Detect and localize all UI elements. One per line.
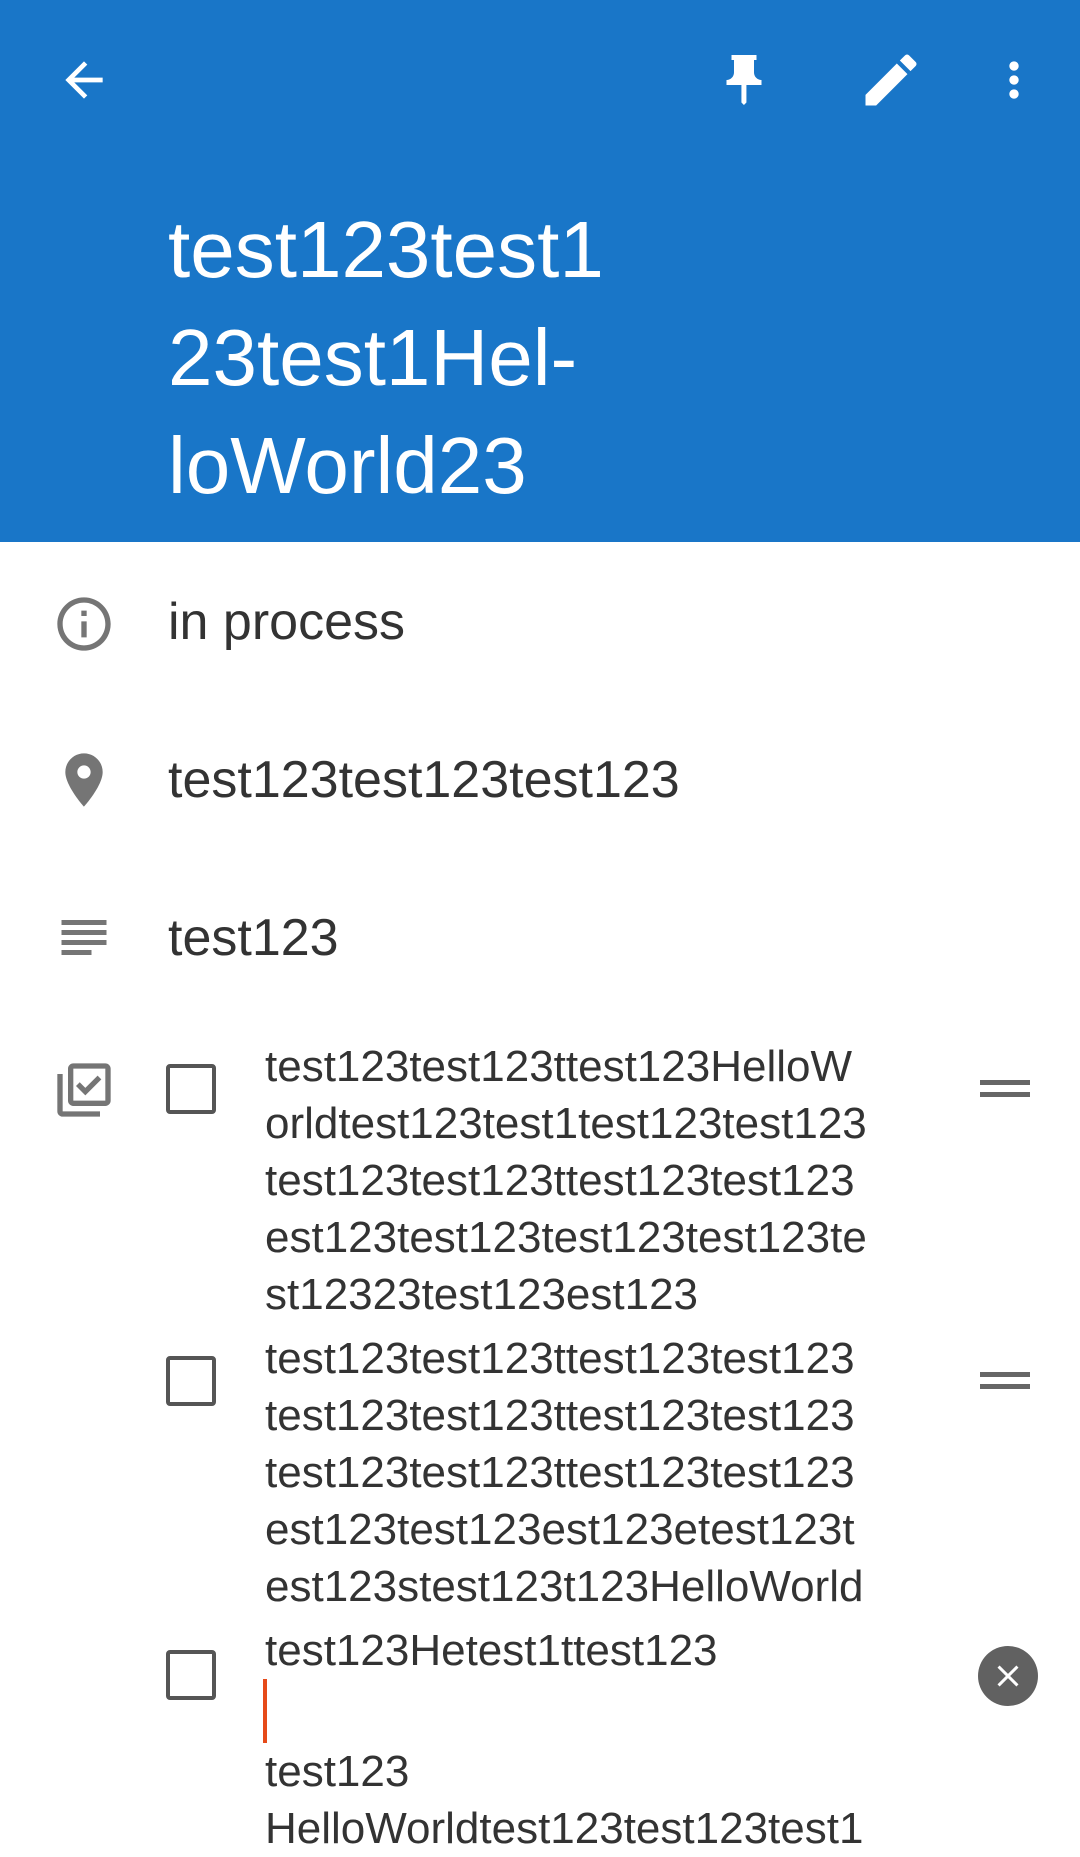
drag-handle-icon[interactable] (980, 1368, 1032, 1392)
info-icon (52, 592, 116, 656)
item-checkbox[interactable] (166, 1064, 216, 1114)
text-after-cursor: test123 (265, 1747, 410, 1796)
item-text-line: test123test123ttest123HelloW (265, 1042, 853, 1091)
remove-item-button[interactable] (978, 1646, 1038, 1706)
item-text-line: test123test123ttest123test123 (265, 1334, 855, 1383)
location-pin-icon (52, 748, 116, 812)
title-line: 23test1Hel- (168, 313, 578, 402)
location-text: test123test123test123 (168, 751, 680, 809)
item-text-line: st12323test123est123 (265, 1270, 699, 1319)
item-text-line: orldtest123test1test123test123 (265, 1099, 867, 1148)
title-line: test123test1 (168, 205, 604, 294)
status-text: in process (168, 593, 405, 651)
location-row: test123test123test123 (0, 740, 1080, 820)
more-options-button[interactable] (976, 40, 1052, 120)
item-text[interactable]: test123test123ttest123HelloW orldtest123… (265, 1038, 955, 1323)
drag-handle-icon[interactable] (980, 1076, 1032, 1100)
pencil-icon (865, 54, 917, 106)
checklist-icon (52, 1058, 116, 1122)
description-row: test123 (0, 900, 1080, 980)
item-text-line: test123test123ttest123test123 (265, 1448, 855, 1497)
title-line: loWorld23 (168, 421, 527, 510)
notes-icon (52, 908, 116, 972)
pin-icon (726, 55, 762, 105)
item-text-line: est123test123est123etest123t (265, 1505, 855, 1554)
back-button[interactable] (44, 40, 124, 120)
pin-button[interactable] (704, 40, 784, 120)
more-vert-icon (1009, 61, 1019, 99)
item-text-line: HelloWorldtest123test123test1 (265, 1804, 864, 1853)
item-text-line: test123Hetest1ttest123 test123 (263, 1622, 955, 1800)
task-title: test123test1 23test1Hel- loWorld23 (168, 196, 688, 520)
item-text-line: test123test123ttest123test123 (265, 1156, 855, 1205)
status-row: in process (0, 584, 1080, 664)
description-text: test123 (168, 909, 339, 967)
edit-button[interactable] (846, 40, 936, 120)
item-text-line: est123test123test123test123te (265, 1213, 867, 1262)
arrow-back-icon (65, 61, 103, 99)
item-checkbox[interactable] (166, 1356, 216, 1406)
text-before-cursor: test123Hetest1ttest123 (265, 1626, 718, 1675)
item-text-input[interactable]: test123Hetest1ttest123 test123 HelloWorld… (263, 1622, 955, 1857)
item-text[interactable]: test123test123ttest123test123 test123tes… (265, 1330, 955, 1615)
item-checkbox[interactable] (166, 1650, 216, 1700)
app-bar: test123test1 23test1Hel- loWorld23 (0, 0, 1080, 542)
item-text-line: test123test123ttest123test123 (265, 1391, 855, 1440)
close-icon (997, 1665, 1019, 1687)
item-text-line: est123stest123t123HelloWorld (265, 1562, 864, 1611)
text-cursor (263, 1679, 267, 1743)
